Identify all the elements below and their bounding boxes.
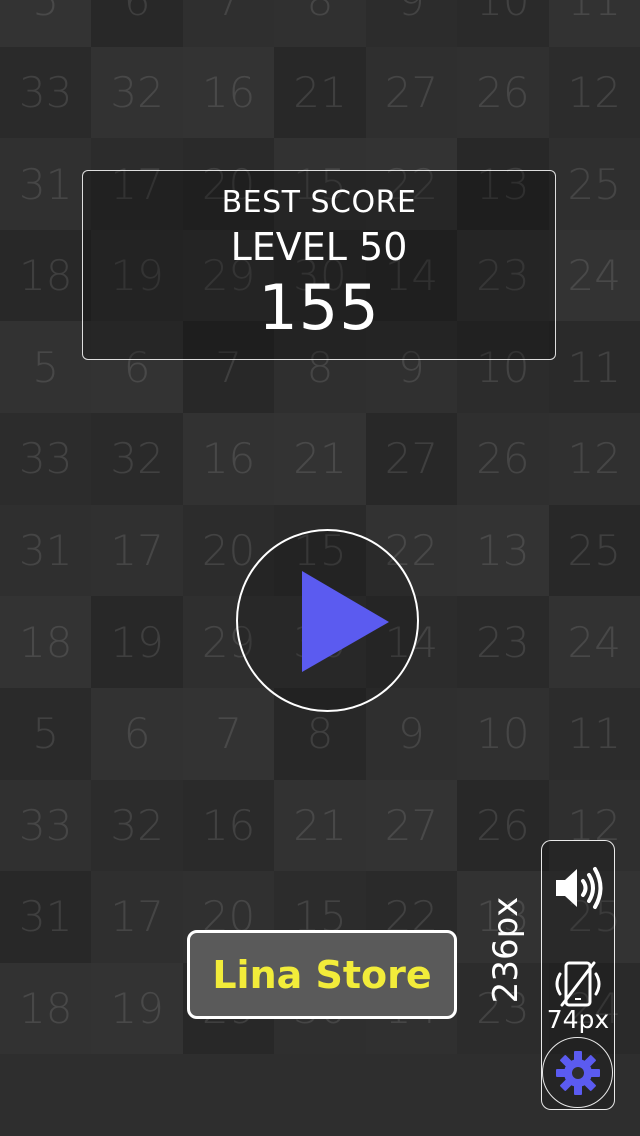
background-number-cell: 31 bbox=[0, 504, 92, 597]
background-number-cell: 16 bbox=[182, 413, 275, 505]
background-number-cell: 11 bbox=[548, 0, 640, 47]
background-number-cell: 13 bbox=[457, 504, 549, 597]
background-number-cell: 21 bbox=[274, 779, 366, 872]
background-number-cell: 24 bbox=[548, 229, 640, 322]
background-number-cell: 27 bbox=[365, 413, 458, 505]
background-number-cell: 32 bbox=[91, 413, 183, 505]
background-number-cell: 33 bbox=[0, 413, 92, 505]
background-number-cell: 17 bbox=[91, 871, 183, 963]
background-number-cell: 27 bbox=[365, 46, 458, 139]
background-number-cell: 5 bbox=[0, 0, 92, 47]
background-number-cell: 8 bbox=[274, 0, 366, 47]
background-number-cell: 9 bbox=[365, 0, 458, 47]
best-score-title: BEST SCORE bbox=[221, 185, 417, 220]
background-number-cell: 11 bbox=[548, 321, 640, 414]
sound-toggle-button[interactable] bbox=[552, 863, 606, 913]
background-number-cell: 32 bbox=[91, 779, 183, 872]
background-number-cell: 18 bbox=[0, 229, 92, 322]
store-button-label: Lina Store bbox=[212, 952, 432, 997]
play-button[interactable] bbox=[236, 529, 419, 712]
background-number-cell: 32 bbox=[91, 46, 183, 139]
best-level: LEVEL 50 bbox=[230, 225, 408, 269]
background-number-cell: 10 bbox=[457, 687, 549, 780]
speaker-icon bbox=[556, 867, 603, 909]
best-score-value: 155 bbox=[258, 271, 380, 344]
play-icon bbox=[302, 571, 389, 672]
background-number-cell: 26 bbox=[457, 46, 549, 139]
side-panel-width-label: 74px bbox=[546, 1005, 610, 1034]
background-number-cell: 26 bbox=[457, 779, 549, 872]
settings-button[interactable] bbox=[542, 1037, 613, 1108]
background-number-cell: 5 bbox=[0, 687, 92, 780]
background-number-cell: 16 bbox=[182, 46, 275, 139]
gear-icon bbox=[556, 1051, 600, 1095]
background-number-cell: 27 bbox=[365, 779, 458, 872]
background-number-cell: 18 bbox=[0, 596, 92, 688]
store-button[interactable]: Lina Store bbox=[187, 930, 457, 1019]
background-number-cell: 25 bbox=[548, 504, 640, 597]
background-number-cell: 17 bbox=[91, 504, 183, 597]
side-control-panel: 74px bbox=[541, 840, 615, 1110]
background-number-cell: 24 bbox=[548, 596, 640, 688]
vibrate-toggle-button[interactable] bbox=[550, 959, 606, 1009]
background-number-cell: 6 bbox=[91, 687, 183, 780]
background-number-cell: 18 bbox=[0, 962, 92, 1055]
background-number-cell: 19 bbox=[91, 596, 183, 688]
background-number-cell: 23 bbox=[457, 596, 549, 688]
background-number-cell: 16 bbox=[182, 779, 275, 872]
best-score-panel: BEST SCORE LEVEL 50 155 bbox=[82, 170, 556, 360]
background-number-cell: 7 bbox=[182, 0, 275, 47]
background-number-cell: 33 bbox=[0, 779, 92, 872]
background-number-cell: 33 bbox=[0, 46, 92, 139]
background-number-cell: 26 bbox=[457, 413, 549, 505]
background-number-cell: 11 bbox=[548, 687, 640, 780]
background-number-cell: 21 bbox=[274, 413, 366, 505]
background-number-cell: 19 bbox=[91, 962, 183, 1055]
background-number-cell: 6 bbox=[91, 0, 183, 47]
background-number-cell: 25 bbox=[548, 138, 640, 230]
background-number-cell: 10 bbox=[457, 0, 549, 47]
height-label-text: 236px bbox=[486, 896, 526, 1004]
background-number-cell: 21 bbox=[274, 46, 366, 139]
background-number-cell: 31 bbox=[0, 138, 92, 230]
background-number-cell: 5 bbox=[0, 321, 92, 414]
background-number-cell: 31 bbox=[0, 871, 92, 963]
background-number-cell: 12 bbox=[548, 46, 640, 139]
vibrate-off-icon bbox=[555, 961, 601, 1007]
background-number-cell: 12 bbox=[548, 413, 640, 505]
